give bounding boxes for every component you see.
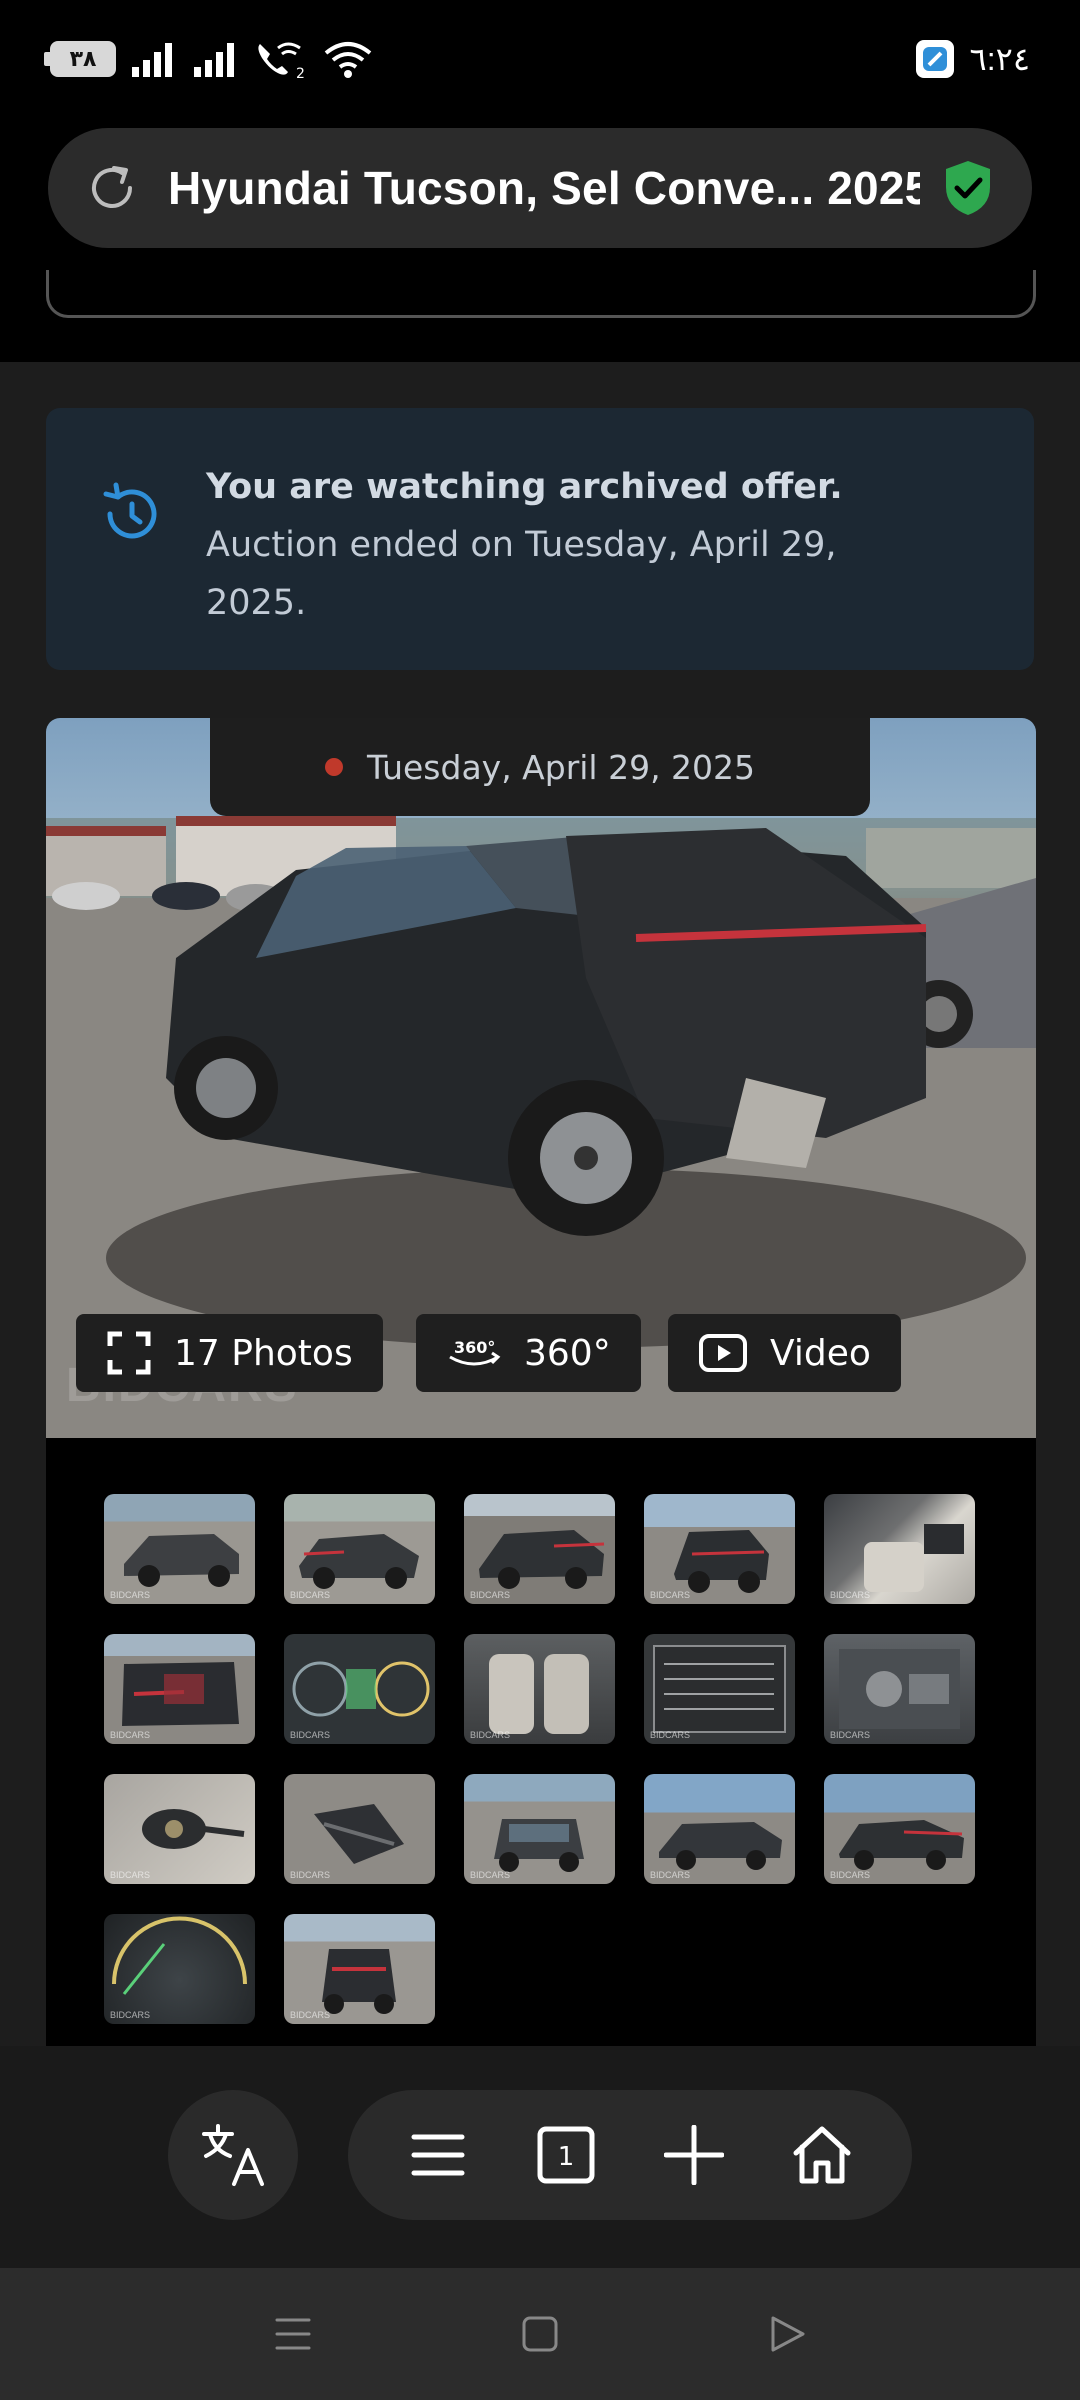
- fullscreen-icon: [107, 1331, 151, 1375]
- thumbnail-watermark: BIDCARS: [650, 1730, 691, 1740]
- translate-icon: [202, 2124, 264, 2186]
- photo-thumbnail-2[interactable]: BIDCARS: [284, 1494, 435, 1604]
- signal-2-icon: [194, 43, 234, 77]
- auction-date: Tuesday, April 29, 2025: [366, 747, 756, 787]
- thumbnail-watermark: BIDCARS: [830, 1870, 871, 1880]
- thumbnail-watermark: BIDCARS: [110, 2010, 151, 2020]
- gallery-card: Tuesday, April 29, 2025 BIDCARS 17 Photo…: [46, 718, 1036, 2046]
- photo-thumbnail-7[interactable]: BIDCARS: [284, 1634, 435, 1744]
- photo-thumbnail-14[interactable]: BIDCARS: [644, 1774, 795, 1884]
- battery-level: ٣٨: [69, 46, 97, 71]
- thumbnail-watermark: BIDCARS: [470, 1870, 511, 1880]
- thumbnail-watermark: BIDCARS: [650, 1590, 691, 1600]
- thumbnail-watermark: BIDCARS: [470, 1730, 511, 1740]
- status-bar: ٣٨ 2 ٦:٢٤: [0, 0, 1080, 120]
- archived-offer-notice: You are watching archived offer. Auction…: [46, 408, 1034, 670]
- reload-icon[interactable]: [84, 160, 140, 216]
- photo-thumbnail-16[interactable]: BIDCARS: [104, 1914, 255, 2024]
- photos-button[interactable]: 17 Photos: [76, 1314, 383, 1392]
- archive-body: Auction ended on Tuesday, April 29, 2025…: [206, 525, 837, 623]
- photo-thumbnail-15[interactable]: BIDCARS: [824, 1774, 975, 1884]
- system-navigation-bar: [0, 2268, 1080, 2400]
- thumbnail-watermark: BIDCARS: [110, 1870, 151, 1880]
- new-tab-button[interactable]: [654, 2115, 734, 2195]
- photo-thumbnail-6[interactable]: BIDCARS: [104, 1634, 255, 1744]
- shield-check-icon[interactable]: [940, 158, 996, 218]
- home-nav-button[interactable]: [510, 2304, 570, 2364]
- rotate-360-icon: 360°: [449, 1338, 501, 1366]
- photo-thumbnail-1[interactable]: BIDCARS: [104, 1494, 255, 1604]
- home-button[interactable]: [782, 2115, 862, 2195]
- thumbnail-watermark: BIDCARS: [290, 1590, 331, 1600]
- photo-thumbnail-12[interactable]: BIDCARS: [284, 1774, 435, 1884]
- translate-button[interactable]: [168, 2090, 298, 2220]
- thumbnail-watermark: BIDCARS: [830, 1730, 871, 1740]
- sim2-label: 2: [296, 66, 305, 80]
- view-360-button[interactable]: 360° 360°: [416, 1314, 641, 1392]
- wifi-calling-icon: 2: [258, 42, 305, 80]
- browser-toolbar: 1: [0, 2046, 1080, 2268]
- video-button[interactable]: Video: [668, 1314, 901, 1392]
- home-icon: [793, 2126, 851, 2184]
- wifi-icon: [324, 42, 372, 78]
- thumbnail-watermark: BIDCARS: [290, 1870, 331, 1880]
- address-bar[interactable]: Hyundai Tucson, Sel Conve... 2025: [48, 128, 1032, 248]
- thumbnail-watermark: BIDCARS: [290, 1730, 331, 1740]
- recent-apps-button[interactable]: [263, 2304, 323, 2364]
- photo-thumbnail-8[interactable]: BIDCARS: [464, 1634, 615, 1744]
- photos-label: 17 Photos: [174, 1332, 353, 1374]
- tab-count: 1: [558, 2142, 575, 2172]
- photo-thumbnail-10[interactable]: BIDCARS: [824, 1634, 975, 1744]
- archive-message: You are watching archived offer. Auction…: [206, 458, 926, 632]
- tabs-button[interactable]: 1: [526, 2115, 606, 2195]
- app-notification-icon: [915, 40, 954, 78]
- thumbnail-watermark: BIDCARS: [110, 1730, 151, 1740]
- plus-icon: [664, 2125, 724, 2185]
- date-status-dot: [324, 758, 343, 776]
- back-button[interactable]: [757, 2304, 817, 2364]
- photo-thumbnail-3[interactable]: BIDCARS: [464, 1494, 615, 1604]
- archive-title: You are watching archived offer.: [206, 467, 843, 507]
- photo-thumbnail-4[interactable]: BIDCARS: [644, 1494, 795, 1604]
- page-title[interactable]: Hyundai Tucson, Sel Conve... 2025: [168, 161, 920, 215]
- status-right-group: ٦:٢٤: [915, 40, 1030, 78]
- thumbnail-grid: BIDCARS BIDCARS BIDCARS BIDCARS BIDCARS …: [104, 1494, 980, 2024]
- signal-1-icon: [132, 43, 172, 77]
- video-label: Video: [770, 1332, 871, 1374]
- auction-date-banner: Tuesday, April 29, 2025: [210, 718, 870, 816]
- history-icon: [103, 482, 157, 539]
- thumbnail-watermark: BIDCARS: [470, 1590, 511, 1600]
- back-triangle-icon: [771, 2316, 805, 2352]
- menu-icon: [411, 2134, 465, 2176]
- battery-icon: ٣٨: [44, 41, 116, 77]
- clock: ٦:٢٤: [969, 41, 1030, 77]
- photo-thumbnail-17[interactable]: BIDCARS: [284, 1914, 435, 2024]
- photo-thumbnail-13[interactable]: BIDCARS: [464, 1774, 615, 1884]
- video-play-icon: [699, 1334, 747, 1372]
- menu-button[interactable]: [398, 2115, 478, 2195]
- tabs-icon: 1: [537, 2126, 595, 2184]
- degrees-label: 360°: [524, 1332, 611, 1374]
- thumbnail-watermark: BIDCARS: [290, 2010, 331, 2020]
- thumbnail-watermark: BIDCARS: [830, 1590, 871, 1600]
- photo-thumbnail-5[interactable]: BIDCARS: [824, 1494, 975, 1604]
- square-home-icon: [522, 2316, 558, 2352]
- degrees-badge: 360°: [454, 1338, 495, 1357]
- photo-thumbnail-9[interactable]: BIDCARS: [644, 1634, 795, 1744]
- page-content: You are watching archived offer. Auction…: [0, 362, 1080, 2046]
- status-left-group: ٣٨ 2: [44, 38, 374, 80]
- previous-section-edge: [46, 270, 1036, 318]
- thumbnail-watermark: BIDCARS: [110, 1590, 151, 1600]
- main-vehicle-photo[interactable]: Tuesday, April 29, 2025 BIDCARS 17 Photo…: [46, 718, 1036, 1438]
- photo-thumbnail-11[interactable]: BIDCARS: [104, 1774, 255, 1884]
- thumbnail-watermark: BIDCARS: [650, 1870, 691, 1880]
- toolbar-actions: 1: [348, 2090, 912, 2220]
- recents-icon: [275, 2318, 311, 2350]
